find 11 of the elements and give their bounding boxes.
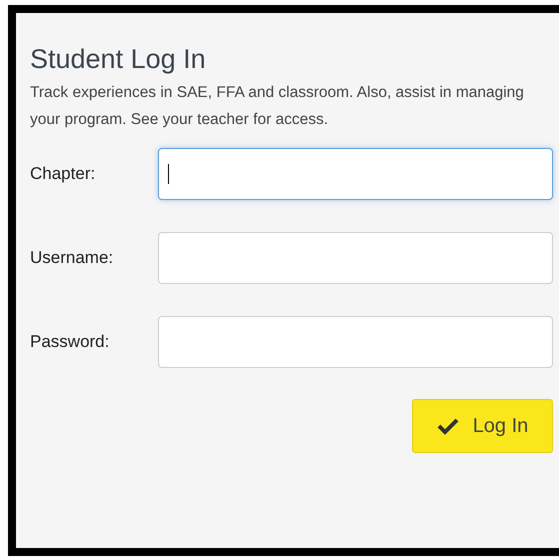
field-label: Password:	[30, 332, 110, 352]
text-cursor	[168, 164, 169, 184]
login-button[interactable]: Log In	[412, 399, 553, 453]
input-field[interactable]	[158, 148, 553, 200]
field-label: Username:	[30, 248, 114, 268]
login-title: Student Log In	[30, 43, 207, 75]
check-icon	[436, 417, 459, 435]
input-field[interactable]	[158, 316, 553, 368]
login-description: Track experiences in SAE, FFA and classroom. Also, assist in managing your program. See your teacher for access.	[30, 83, 525, 130]
input-field[interactable]	[158, 232, 553, 284]
field-label: Chapter:	[30, 164, 96, 184]
